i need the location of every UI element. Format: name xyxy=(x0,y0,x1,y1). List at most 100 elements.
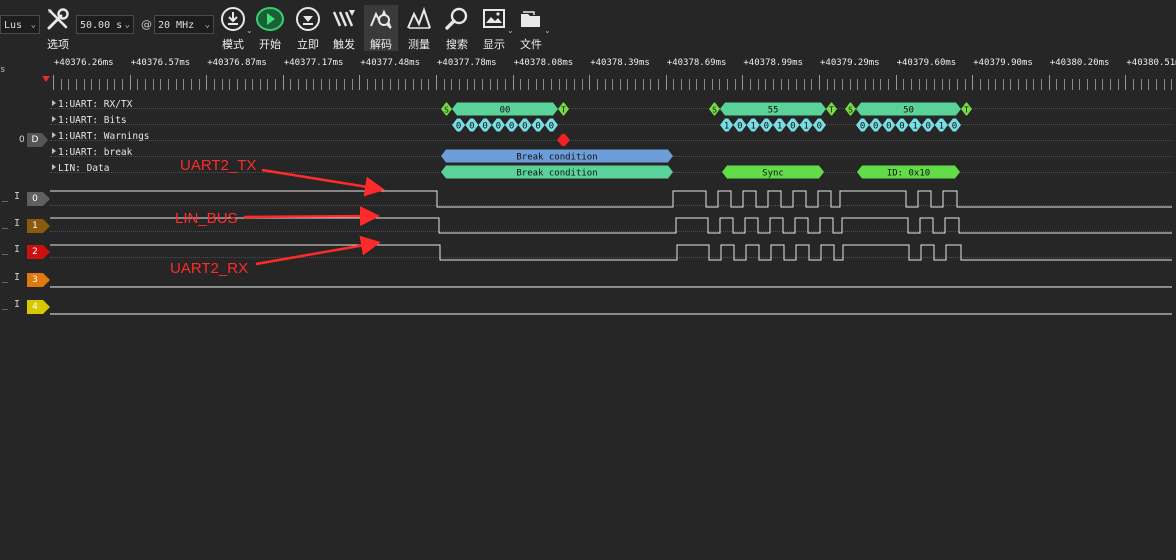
device-select[interactable]: Lus ⌄ xyxy=(0,15,40,34)
channel-cursor-icon[interactable]: _ I xyxy=(2,244,20,255)
decoder-row-rxtx[interactable]: 1:UART: RX/TX xyxy=(52,99,132,110)
uart-stop-marker[interactable]: T xyxy=(961,102,972,116)
mode-button[interactable]: 模式 xyxy=(216,5,250,51)
expand-triangle-icon[interactable] xyxy=(52,148,56,154)
ruler-minor-tick xyxy=(176,79,177,90)
display-button[interactable]: 显示 xyxy=(477,5,511,51)
uart-start-marker[interactable]: S xyxy=(845,102,856,116)
decoder-row-lin[interactable]: LIN: Data xyxy=(52,163,109,174)
ruler-minor-tick xyxy=(1072,79,1073,90)
options-button[interactable]: 选项 xyxy=(41,5,75,51)
chevron-down-icon: ⌄ xyxy=(204,20,210,30)
uart-bit[interactable]: 1 xyxy=(934,118,948,132)
channel-cursor-icon[interactable]: _ I xyxy=(2,299,20,310)
uart-byte[interactable]: 50 xyxy=(856,102,961,116)
uart-bit[interactable]: 0 xyxy=(452,118,466,132)
channel-tag[interactable]: 0 xyxy=(27,192,50,206)
uart-bit[interactable]: 0 xyxy=(812,118,826,132)
uart-bit-text: 0 xyxy=(482,122,487,132)
device-select-value: Lus xyxy=(4,20,23,31)
uart-bit[interactable]: 1 xyxy=(773,118,787,132)
uart-bit[interactable]: 0 xyxy=(478,118,492,132)
decode-button[interactable]: 解码 xyxy=(364,5,398,51)
uart-bit-text: 0 xyxy=(509,122,514,132)
ruler-minor-tick xyxy=(1010,79,1011,90)
samplerate-select[interactable]: 20 MHz ⌄ xyxy=(154,15,214,34)
decoder-row-bits[interactable]: 1:UART: Bits xyxy=(52,115,127,126)
uart-stop-marker[interactable]: T xyxy=(826,102,837,116)
trigger-button[interactable]: 触发 xyxy=(327,5,361,51)
channel-cursor-icon[interactable]: _ I xyxy=(2,218,20,229)
uart-bit-text: 0 xyxy=(899,122,904,132)
uart-bit[interactable]: 0 xyxy=(505,118,519,132)
ruler-major-tick xyxy=(53,75,54,90)
chevron-down-icon[interactable]: ⌄ xyxy=(246,26,253,35)
uart-bit[interactable]: 1 xyxy=(799,118,813,132)
ruler-minor-tick xyxy=(222,79,223,90)
ruler-minor-tick xyxy=(719,79,720,90)
uart-bit[interactable]: 0 xyxy=(882,118,896,132)
uart-bit[interactable]: 0 xyxy=(869,118,883,132)
uart-bit[interactable]: 1 xyxy=(908,118,922,132)
ruler-minor-tick xyxy=(850,79,851,90)
uart-bit[interactable]: 0 xyxy=(895,118,909,132)
ruler-minor-tick xyxy=(405,79,406,90)
file-button[interactable]: 文件 xyxy=(514,5,548,51)
uart-bit[interactable]: 1 xyxy=(720,118,734,132)
duration-select[interactable]: 50.00 s ⌄ xyxy=(76,15,134,34)
uart-bit-text: 1 xyxy=(939,122,944,132)
channel-cursor-icon[interactable]: _ I xyxy=(2,191,20,202)
ruler-major-tick xyxy=(1125,75,1127,90)
start-button[interactable]: 开始 xyxy=(253,5,287,51)
uart-start-marker[interactable]: S xyxy=(709,102,720,116)
uart-bit[interactable]: 0 xyxy=(921,118,935,132)
ruler-minor-tick xyxy=(1064,79,1065,90)
uart-bit[interactable]: 0 xyxy=(856,118,870,132)
search-button[interactable]: 搜索 xyxy=(440,5,474,51)
decoder-row-break[interactable]: 1:UART: break xyxy=(52,147,132,158)
ruler-minor-tick xyxy=(321,79,322,90)
uart-byte[interactable]: 55 xyxy=(720,102,826,116)
chevron-down-icon[interactable]: ⌄ xyxy=(507,26,514,35)
uart-bit[interactable]: 0 xyxy=(759,118,773,132)
uart-bit[interactable]: 0 xyxy=(531,118,545,132)
uart-bit[interactable]: 0 xyxy=(465,118,479,132)
uart-stop-marker[interactable]: T xyxy=(558,102,569,116)
uart-bit[interactable]: 0 xyxy=(947,118,961,132)
decoder-group-tag[interactable]: D xyxy=(27,133,49,147)
uart-bit[interactable]: 1 xyxy=(746,118,760,132)
instant-button[interactable]: 立即 xyxy=(291,5,325,51)
channel-tag[interactable]: 2 xyxy=(27,245,50,259)
expand-triangle-icon[interactable] xyxy=(52,116,56,122)
options-label: 选项 xyxy=(47,38,69,51)
ruler-minor-tick xyxy=(413,79,414,90)
expand-triangle-icon[interactable] xyxy=(52,100,56,106)
cursor-marker-icon[interactable] xyxy=(41,75,53,85)
ruler-minor-tick xyxy=(635,79,636,90)
expand-triangle-icon[interactable] xyxy=(52,132,56,138)
chevron-down-icon[interactable]: ⌄ xyxy=(544,26,551,35)
ruler-minor-tick xyxy=(153,79,154,90)
ruler-minor-tick xyxy=(114,79,115,90)
measure-button[interactable]: 测量 xyxy=(402,5,436,51)
ruler-time-label: +40378.69ms xyxy=(666,58,727,68)
wrench-screwdriver-icon xyxy=(47,8,69,30)
uart-bit[interactable]: 0 xyxy=(786,118,800,132)
decode-icon xyxy=(370,9,392,29)
expand-triangle-icon[interactable] xyxy=(52,164,56,170)
uart-bit[interactable]: 0 xyxy=(491,118,505,132)
uart-bit[interactable]: 0 xyxy=(518,118,532,132)
decoder-row-warnings[interactable]: 1:UART: Warnings xyxy=(52,131,150,142)
ruler-minor-tick xyxy=(1018,79,1019,90)
ruler-minor-tick xyxy=(160,79,161,90)
channel-tag[interactable]: 3 xyxy=(27,273,50,287)
channel-cursor-icon[interactable]: _ I xyxy=(2,272,20,283)
uart-start-marker-text: S xyxy=(444,106,449,115)
channel-tag[interactable]: 1 xyxy=(27,219,50,233)
time-ruler[interactable]: s +40376.26ms +40376.57ms +40376.87ms +4037… xyxy=(0,53,1176,95)
uart-bit[interactable]: 0 xyxy=(544,118,558,132)
uart-start-marker[interactable]: S xyxy=(441,102,452,116)
uart-bit[interactable]: 0 xyxy=(733,118,747,132)
uart-byte[interactable]: 00 xyxy=(452,102,558,116)
channel-tag[interactable]: 4 xyxy=(27,300,50,314)
